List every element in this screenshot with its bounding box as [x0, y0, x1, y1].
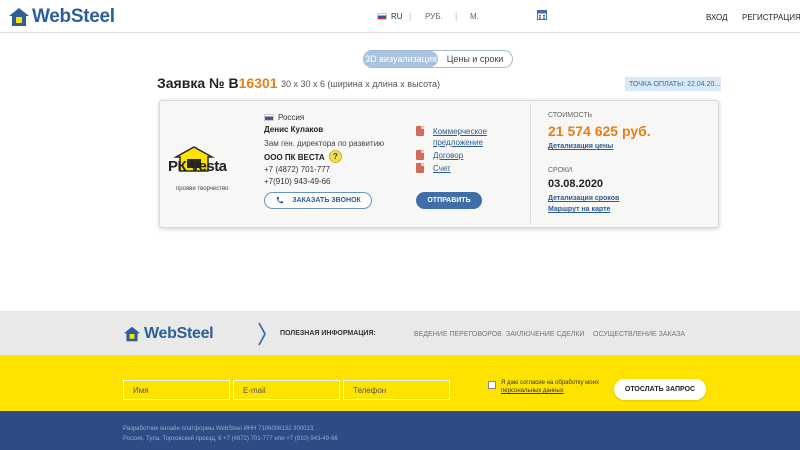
email-input[interactable]: [233, 380, 340, 400]
separator: |: [455, 11, 458, 21]
terms-details-link[interactable]: Детализация сроков: [548, 195, 619, 202]
route-map-link[interactable]: Маршрут на карте: [548, 206, 610, 213]
question-icon[interactable]: ?: [329, 150, 342, 163]
document-invoice[interactable]: Счет: [416, 163, 451, 174]
contact-position: Зам ген. директора по развитию: [264, 139, 385, 148]
terms-value: 03.08.2020: [548, 178, 604, 190]
chevron-right-icon: [258, 322, 267, 346]
company-name: ООО ПК ВЕСТА: [264, 153, 325, 162]
house-logo-icon: [124, 326, 140, 342]
consent-checkbox[interactable]: [488, 381, 496, 389]
document-commercial-offer[interactable]: Коммерческое предложение: [416, 126, 503, 148]
language-label: RU: [391, 12, 403, 21]
document-link[interactable]: Коммерческое предложение: [433, 126, 503, 148]
useful-info-label: ПОЛЕЗНАЯ ИНФОРМАЦИЯ:: [280, 330, 376, 337]
cost-label: СТОИМОСТЬ: [548, 112, 593, 119]
card-divider: [530, 103, 531, 223]
order-number: 16301: [238, 75, 278, 91]
developer-info-line2: Россия, Тула, Торховский проезд, 6 +7 (4…: [123, 436, 338, 442]
footer-bottom: [0, 411, 800, 450]
developer-info-line1: Разработчик онлайн платформы WebSteel ИН…: [123, 426, 315, 432]
terms-label: СРОКИ: [548, 167, 573, 174]
phone-icon: [276, 196, 284, 204]
separator: |: [409, 11, 412, 21]
pdf-icon: [416, 150, 424, 160]
vendor-logo-text: РК Vesta: [168, 158, 227, 175]
consent-text: Я даю согласие на обработку моих персона…: [501, 379, 601, 395]
order-title: Заявка № В16301: [157, 75, 278, 91]
document-contract[interactable]: Договор: [416, 150, 463, 161]
house-logo-icon: [9, 8, 29, 26]
document-link[interactable]: Договор: [433, 150, 463, 161]
unit-selector[interactable]: М.: [470, 12, 479, 21]
language-selector[interactable]: RU: [377, 12, 403, 21]
payment-point-badge: ТОЧКА ОПЛАТЫ: 22.04.20...: [625, 77, 721, 91]
footer-logo-text: WebSteel: [144, 325, 214, 342]
register-link[interactable]: РЕГИСТРАЦИЯ: [742, 13, 800, 22]
document-link[interactable]: Счет: [433, 163, 451, 174]
tab-3d-visualization[interactable]: 3D визуализация: [364, 51, 438, 67]
footer-link-negotiations[interactable]: ВЕДЕНИЕ ПЕРЕГОВОРОВ: [414, 331, 502, 338]
cost-value: 21 574 625 руб.: [548, 123, 651, 139]
pdf-icon: [416, 163, 424, 173]
russia-flag-icon: [377, 13, 387, 20]
footer-logo[interactable]: WebSteel: [123, 325, 214, 343]
login-link[interactable]: ВХОД: [706, 13, 728, 22]
logo-text: WebSteel: [32, 6, 115, 27]
send-button[interactable]: ОТПРАВИТЬ: [416, 192, 482, 209]
currency-selector[interactable]: РУБ.: [425, 12, 443, 21]
name-input[interactable]: [123, 380, 230, 400]
personal-data-link[interactable]: персональных данных: [501, 388, 564, 394]
footer-link-order[interactable]: ОСУЩЕСТВЛЕНИЕ ЗАКАЗА: [593, 331, 685, 338]
order-call-button[interactable]: ЗАКАЗАТЬ ЗВОНОК: [264, 192, 372, 209]
send-request-button[interactable]: ОТОСЛАТЬ ЗАПРОС: [614, 379, 706, 400]
russia-flag-icon: [264, 114, 274, 121]
calculator-icon[interactable]: [537, 10, 547, 20]
phone-secondary: +7(910) 943-49-66: [264, 177, 331, 186]
contact-name: Денис Кулаков: [264, 125, 324, 134]
country-label: Россия: [278, 113, 305, 122]
vendor-country: Россия: [264, 113, 304, 122]
tab-prices-and-terms[interactable]: Цены и сроки: [438, 51, 512, 67]
price-details-link[interactable]: Детализация цены: [548, 143, 613, 150]
pdf-icon: [416, 126, 424, 136]
order-dimensions: 30 х 30 х 6 (ширина х длина х высота): [281, 79, 440, 89]
order-call-label: ЗАКАЗАТЬ ЗВОНОК: [292, 197, 361, 204]
websteel-logo[interactable]: WebSteel: [8, 6, 115, 28]
order-prefix: Заявка № В: [157, 75, 239, 91]
footer-link-deal[interactable]: ЗАКЛЮЧЕНИЕ СДЕЛКИ: [506, 331, 584, 338]
phone-input[interactable]: [343, 380, 450, 400]
consent-label: Я даю согласие на обработку моих: [501, 380, 599, 386]
vendor-slogan: прояви творчество: [176, 186, 229, 192]
view-toggle: 3D визуализация Цены и сроки: [363, 50, 513, 68]
phone-primary: +7 (4872) 701-777: [264, 165, 331, 174]
top-header: WebSteel RU | РУБ. | М. ВХОД РЕГИСТРАЦИЯ: [0, 0, 800, 33]
